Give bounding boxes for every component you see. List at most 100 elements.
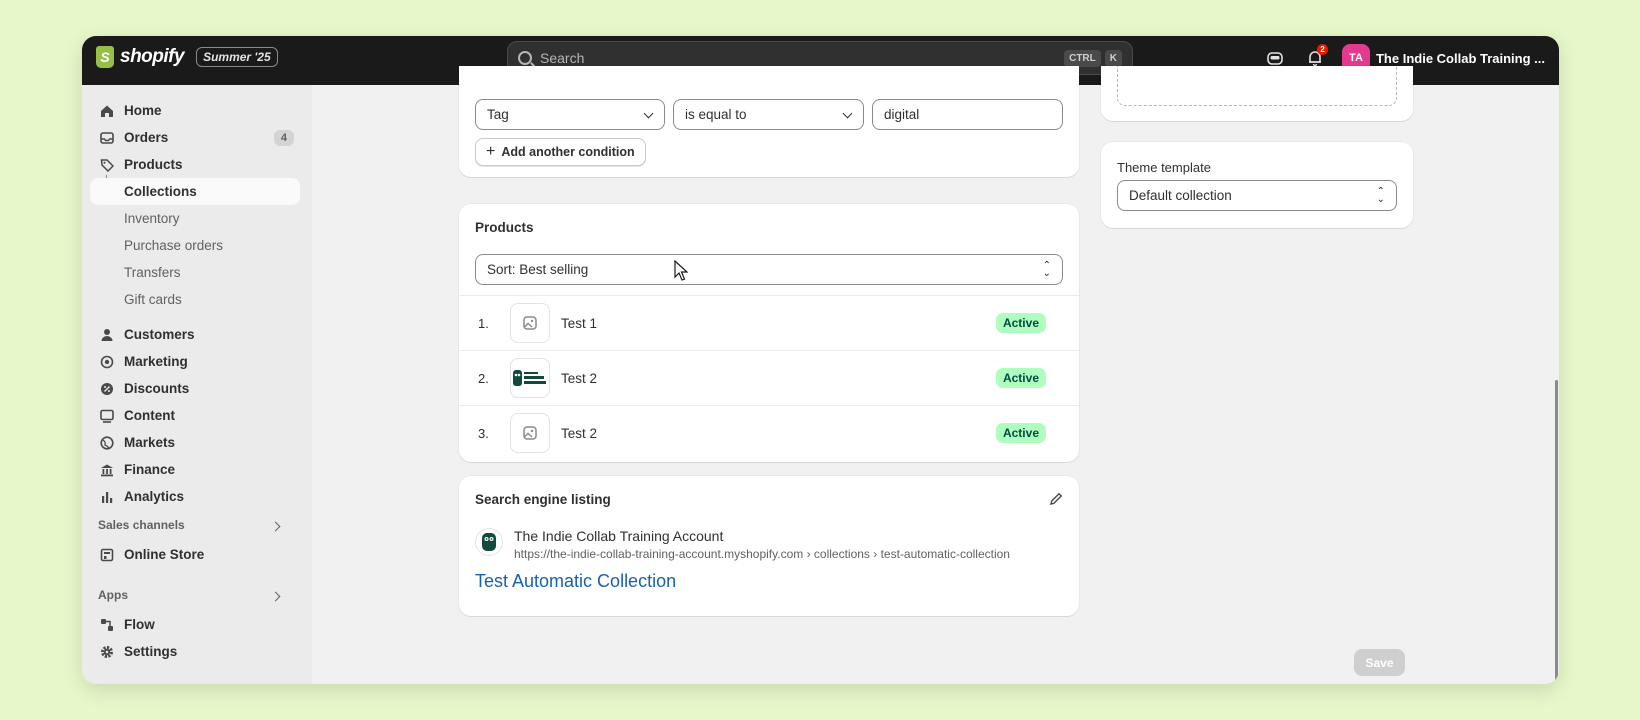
sidebar-item-settings[interactable]: Settings	[90, 638, 300, 665]
sidebar-label-gift-cards: Gift cards	[124, 292, 182, 307]
sidebar-item-customers[interactable]: Customers	[90, 321, 300, 348]
sidebar-item-content[interactable]: Content	[90, 402, 300, 429]
sidebar-label-purchase-orders: Purchase orders	[124, 238, 224, 253]
sidebar-label-discounts: Discounts	[124, 381, 190, 396]
product-name[interactable]: Test 1	[561, 316, 597, 331]
apps-chevron-icon[interactable]	[270, 591, 281, 602]
sidebar-item-transfers[interactable]: Transfers	[90, 259, 300, 286]
sidebar: Home Orders 4 Products Collections Inven…	[82, 85, 312, 684]
sidebar-item-online-store[interactable]: Online Store	[90, 541, 300, 568]
sidebar-label-inventory: Inventory	[124, 211, 180, 226]
image-placeholder-icon	[523, 426, 537, 440]
sidebar-label-markets: Markets	[124, 435, 176, 450]
chevron-down-icon	[643, 108, 654, 119]
person-icon	[100, 328, 114, 342]
logo-text: shopify	[120, 46, 185, 67]
store-name: The Indie Collab Training ...	[1375, 50, 1545, 66]
products-card: Products Sort: Best selling ⌃ ⌄ 1. Test 1…	[459, 204, 1079, 462]
select-arrows-icon: ⌃ ⌄	[1042, 260, 1051, 279]
seo-card: Search engine listing The Indie Collab T…	[459, 476, 1079, 616]
scrollbar-thumb[interactable]	[1555, 380, 1558, 684]
inbox-icon	[100, 131, 114, 145]
sidebar-label-orders: Orders	[124, 130, 169, 145]
image-upload-card	[1101, 66, 1413, 121]
theme-template-value: Default collection	[1129, 188, 1232, 203]
sales-channels-heading: Sales channels	[98, 518, 185, 532]
scrollbar[interactable]	[1554, 85, 1559, 684]
select-arrows-icon: ⌃ ⌄	[1376, 186, 1385, 205]
add-condition-label: Add another condition	[501, 145, 635, 159]
target-icon	[100, 355, 114, 369]
sort-select[interactable]: Sort: Best selling ⌃ ⌄	[475, 254, 1063, 285]
sidebar-item-finance[interactable]: Finance	[90, 456, 300, 483]
search-icon	[518, 51, 532, 65]
sidebar-label-customers: Customers	[124, 327, 195, 342]
product-thumbnail	[510, 358, 550, 398]
sidebar-label-products: Products	[124, 157, 183, 172]
bar-chart-icon	[100, 490, 114, 504]
product-row[interactable]: 1. Test 1 Active	[459, 295, 1079, 350]
condition-field-select[interactable]: Tag	[475, 99, 665, 130]
product-name[interactable]: Test 2	[561, 426, 597, 441]
seo-url: https://the-indie-collab-training-accoun…	[514, 547, 1010, 561]
image-dropzone[interactable]	[1117, 66, 1397, 106]
sidebar-item-orders[interactable]: Orders 4	[90, 124, 300, 151]
shopify-logo[interactable]: S shopify Summer '25	[96, 46, 278, 68]
sort-value: Sort: Best selling	[487, 262, 589, 277]
store-favicon	[475, 528, 503, 556]
sidebar-label-content: Content	[124, 408, 175, 423]
theme-template-card: Theme template Default collection ⌃ ⌄	[1101, 142, 1413, 228]
sidebar-label-transfers: Transfers	[124, 265, 181, 280]
content-icon	[100, 409, 114, 423]
theme-template-label: Theme template	[1117, 160, 1211, 175]
sidebar-item-inventory[interactable]: Inventory	[90, 205, 300, 232]
seo-store-name: The Indie Collab Training Account	[514, 528, 724, 544]
sidebar-label-finance: Finance	[124, 462, 176, 477]
condition-operator-select[interactable]: is equal to	[673, 99, 864, 130]
sidebar-label-flow: Flow	[124, 617, 155, 632]
store-icon	[100, 548, 114, 562]
chevron-down-icon	[842, 108, 853, 119]
plus-icon: +	[486, 143, 496, 160]
sidebar-item-products[interactable]: Products	[90, 151, 300, 178]
sidebar-item-home[interactable]: Home	[90, 97, 300, 124]
tag-icon	[100, 158, 114, 172]
apps-heading: Apps	[98, 588, 128, 602]
sidekick-icon	[1267, 52, 1283, 65]
pencil-icon	[1050, 492, 1063, 505]
discount-icon	[100, 382, 114, 396]
product-row[interactable]: 3. Test 2 Active	[459, 405, 1079, 460]
sidebar-item-collections[interactable]: Collections	[90, 178, 300, 205]
product-rank: 3.	[478, 425, 489, 441]
sidebar-item-flow[interactable]: Flow	[90, 611, 300, 638]
product-row[interactable]: 2. Test 2 Active	[459, 350, 1079, 405]
products-title: Products	[475, 220, 534, 235]
sidebar-label-online-store: Online Store	[124, 547, 205, 562]
sidebar-item-marketing[interactable]: Marketing	[90, 348, 300, 375]
theme-template-select[interactable]: Default collection ⌃ ⌄	[1117, 180, 1397, 211]
edit-seo-button[interactable]	[1049, 492, 1063, 511]
status-badge: Active	[995, 423, 1046, 443]
condition-value-input[interactable]: digital	[872, 99, 1063, 130]
seo-title: Search engine listing	[475, 492, 611, 507]
flow-icon	[100, 618, 114, 632]
gear-icon	[100, 645, 114, 659]
sidebar-item-discounts[interactable]: Discounts	[90, 375, 300, 402]
shortcut-k: K	[1104, 49, 1122, 67]
sidebar-item-analytics[interactable]: Analytics	[90, 483, 300, 510]
sidebar-item-gift-cards[interactable]: Gift cards	[90, 286, 300, 313]
save-button[interactable]: Save	[1354, 649, 1405, 676]
sales-channels-chevron-icon[interactable]	[270, 521, 281, 532]
status-badge: Active	[995, 368, 1046, 388]
sidebar-item-purchase-orders[interactable]: Purchase orders	[90, 232, 300, 259]
condition-operator-value: is equal to	[685, 107, 747, 122]
status-badge: Active	[995, 313, 1046, 333]
product-name[interactable]: Test 2	[561, 371, 597, 386]
sidebar-item-markets[interactable]: Markets	[90, 429, 300, 456]
sidebar-label-settings: Settings	[124, 644, 178, 659]
app-window: S shopify Summer '25 Search CTRL K 2 TA …	[82, 36, 1559, 684]
sidebar-label-marketing: Marketing	[124, 354, 188, 369]
condition-field-value: Tag	[487, 107, 509, 122]
add-condition-button[interactable]: + Add another condition	[475, 138, 646, 166]
sidebar-label-analytics: Analytics	[124, 489, 185, 504]
